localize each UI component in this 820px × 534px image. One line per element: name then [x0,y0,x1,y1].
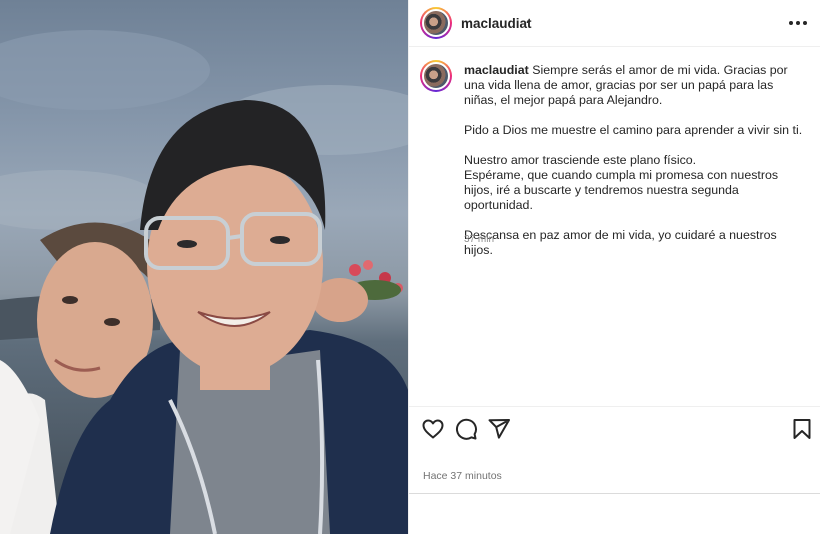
caption-avatar[interactable] [420,60,452,92]
post-header: maclaudiat · [409,0,820,47]
caption-text: maclaudiat Siempre serás el amor de mi v… [464,63,809,258]
bookmark-icon[interactable] [790,417,814,441]
couple-selfie-image [0,30,408,534]
author-avatar[interactable] [420,7,452,39]
divider [409,493,820,494]
post-timestamp[interactable]: Hace 37 minutos [423,470,502,482]
caption-time[interactable]: 37 min [464,234,494,245]
action-bar [409,406,820,448]
heart-icon[interactable] [421,417,445,441]
caption-paragraph-5: Descansa en paz amor de mi vida, yo cuid… [464,228,777,257]
caption-paragraph-3: Nuestro amor trasciende este plano físic… [464,153,697,167]
author-username[interactable]: maclaudiat [461,16,532,31]
post-photo[interactable] [0,0,408,534]
more-options-icon[interactable] [787,13,809,33]
comment-icon[interactable] [454,417,478,441]
caption-paragraph-4: Espérame, que cuando cumpla mi promesa c… [464,168,779,212]
send-icon[interactable] [487,417,511,441]
caption-paragraph-1: maclaudiat Siempre serás el amor de mi v… [464,63,788,107]
header-separator: · [525,13,530,29]
post-side-panel: maclaudiat · maclaudiat Siempre serás el… [408,0,820,534]
caption-paragraph-2: Pido a Dios me muestre el camino para ap… [464,123,803,137]
caption-username[interactable]: maclaudiat [464,63,529,77]
caption-section: maclaudiat Siempre serás el amor de mi v… [409,48,820,405]
